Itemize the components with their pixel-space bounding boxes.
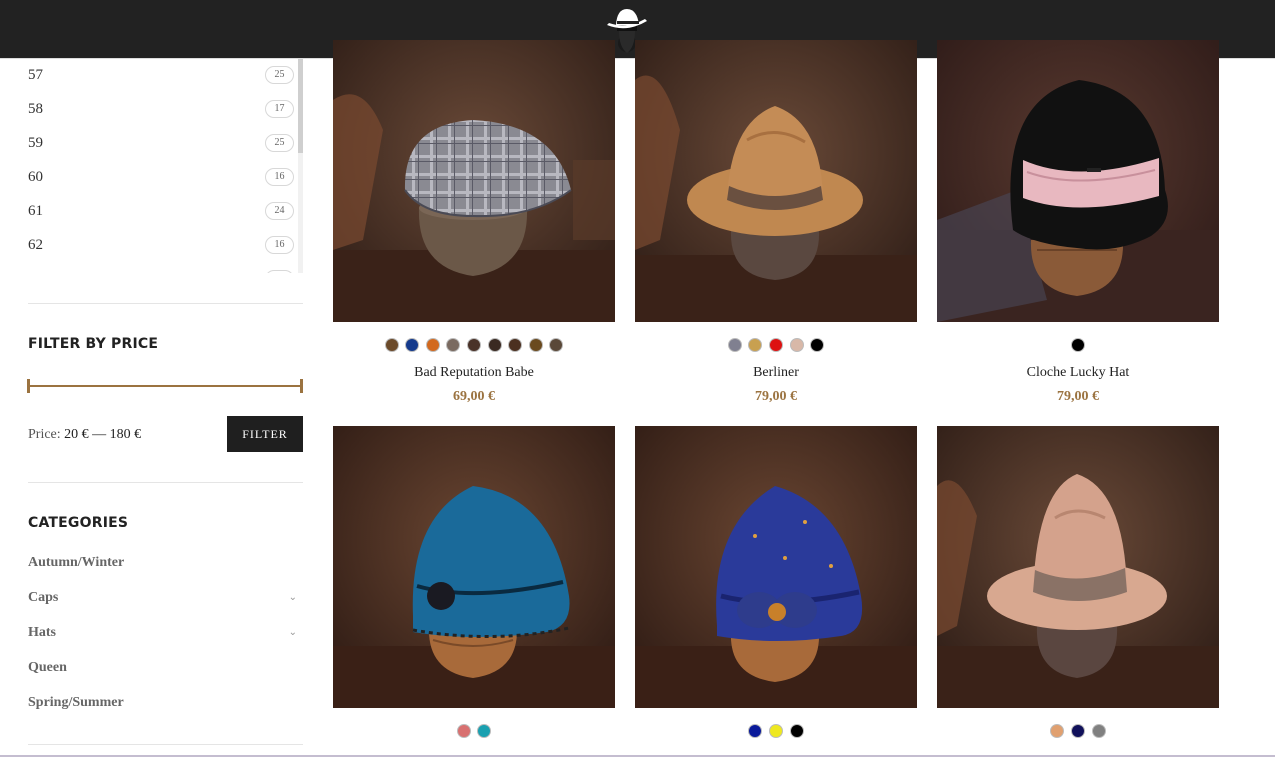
category-label: Hats — [28, 625, 56, 640]
size-count-badge — [265, 270, 294, 273]
color-swatch[interactable] — [748, 724, 763, 738]
product-name[interactable]: Berliner — [635, 365, 917, 381]
color-swatch[interactable] — [549, 338, 564, 352]
size-item[interactable]: 60 16 — [28, 161, 294, 195]
category-item-autumn-winter[interactable]: Autumn/Winter — [28, 555, 303, 579]
divider — [28, 482, 303, 483]
product-image[interactable] — [937, 40, 1219, 322]
size-item[interactable] — [28, 263, 294, 273]
size-count-badge: 25 — [265, 66, 294, 84]
color-swatch[interactable] — [405, 338, 420, 352]
color-swatch[interactable] — [446, 338, 461, 352]
chevron-down-icon[interactable]: ⌄ — [289, 592, 297, 603]
price-slider-min-handle[interactable] — [27, 379, 30, 393]
color-swatch[interactable] — [769, 338, 783, 352]
size-count-badge: 17 — [265, 100, 294, 118]
color-swatch[interactable] — [748, 338, 763, 352]
categories-title: CATEGORIES — [28, 515, 129, 531]
size-item[interactable]: 62 16 — [28, 229, 294, 263]
size-label: 61 — [28, 203, 43, 219]
color-swatch[interactable] — [1071, 724, 1085, 738]
size-label: 57 — [28, 67, 43, 83]
category-item-hats[interactable]: Hats ⌄ — [28, 625, 303, 649]
product-price: 79,00 € — [1057, 389, 1099, 404]
color-swatches[interactable] — [635, 724, 917, 740]
product-name[interactable]: Bad Reputation Babe — [333, 365, 615, 381]
size-label: 62 — [28, 237, 43, 253]
size-count-badge: 25 — [265, 134, 294, 152]
color-swatch[interactable] — [810, 338, 825, 352]
product-image[interactable] — [635, 40, 917, 322]
size-filter-list[interactable]: 57 25 58 17 59 25 60 16 61 24 62 16 — [28, 59, 303, 273]
category-label: Caps — [28, 590, 59, 605]
color-swatch[interactable] — [425, 338, 440, 352]
category-label: Queen — [28, 660, 67, 675]
category-label: Autumn/Winter — [28, 555, 125, 570]
price-prefix: Price: — [28, 427, 61, 442]
category-item-spring-summer[interactable]: Spring/Summer — [28, 695, 303, 719]
color-swatches[interactable] — [937, 724, 1219, 740]
category-item-queen[interactable]: Queen — [28, 660, 303, 684]
size-item[interactable]: 57 25 — [28, 59, 294, 93]
color-swatch[interactable] — [487, 338, 502, 352]
product-name[interactable]: Cloche Lucky Hat — [937, 365, 1219, 381]
color-swatch[interactable] — [456, 724, 471, 738]
color-swatches[interactable] — [333, 724, 615, 740]
color-swatches[interactable] — [635, 338, 917, 354]
size-count-badge: 24 — [265, 202, 294, 220]
price-range-label: Price: 20 € — 180 € — [28, 427, 141, 443]
price-slider-track[interactable] — [28, 385, 303, 387]
size-item[interactable]: 58 17 — [28, 93, 294, 127]
size-count-badge: 16 — [265, 236, 294, 254]
color-swatch[interactable] — [1071, 338, 1085, 352]
filter-by-price-title: FILTER BY PRICE — [28, 336, 159, 352]
product-image[interactable] — [333, 426, 615, 708]
product-price: 79,00 € — [755, 389, 797, 404]
divider — [28, 744, 303, 745]
category-item-caps[interactable]: Caps ⌄ — [28, 590, 303, 614]
size-label: 59 — [28, 135, 43, 151]
color-swatches[interactable] — [937, 338, 1219, 354]
divider — [28, 303, 303, 304]
product-image[interactable] — [635, 426, 917, 708]
color-swatch[interactable] — [1091, 724, 1106, 738]
category-label: Spring/Summer — [28, 695, 124, 710]
size-count-badge: 16 — [265, 168, 294, 186]
color-swatch[interactable] — [769, 724, 783, 738]
product-image[interactable] — [333, 40, 615, 322]
color-swatch[interactable] — [467, 338, 481, 352]
scrollbar-thumb[interactable] — [298, 59, 303, 153]
color-swatch[interactable] — [477, 724, 492, 738]
size-item[interactable]: 61 24 — [28, 195, 294, 229]
price-slider-max-handle[interactable] — [300, 379, 303, 393]
color-swatch[interactable] — [384, 338, 399, 352]
color-swatch[interactable] — [508, 338, 523, 352]
chevron-down-icon[interactable]: ⌄ — [289, 627, 297, 638]
product-image[interactable] — [937, 426, 1219, 708]
size-label: 60 — [28, 169, 43, 185]
color-swatch[interactable] — [789, 724, 804, 738]
color-swatch[interactable] — [789, 338, 804, 352]
color-swatch[interactable] — [1050, 724, 1065, 738]
size-label: 58 — [28, 101, 43, 117]
shop-sidebar: 57 25 58 17 59 25 60 16 61 24 62 16 FILT… — [0, 59, 320, 757]
size-list-scrollbar[interactable] — [298, 59, 303, 273]
filter-button[interactable]: FILTER — [227, 416, 303, 452]
color-swatches[interactable] — [333, 338, 615, 354]
product-price: 69,00 € — [453, 389, 495, 404]
color-swatch[interactable] — [727, 338, 742, 352]
color-swatch[interactable] — [528, 338, 543, 352]
price-range-value: 20 € — 180 € — [64, 427, 142, 442]
size-item[interactable]: 59 25 — [28, 127, 294, 161]
